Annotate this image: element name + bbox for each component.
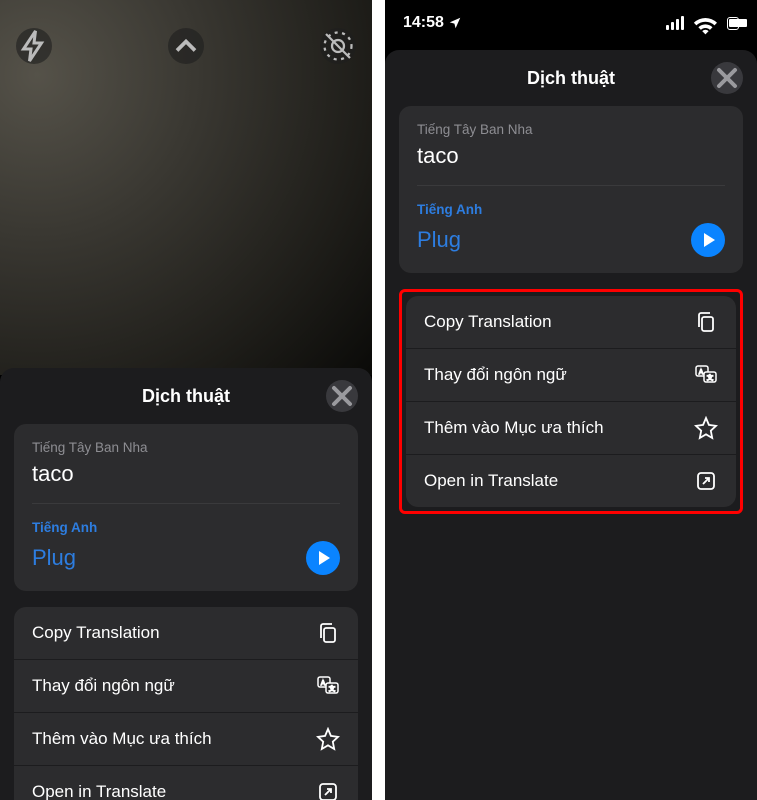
add-favorite-row[interactable]: Thêm vào Mục ưa thích <box>406 402 736 455</box>
chevron-up-icon[interactable] <box>168 28 204 64</box>
svg-text:A: A <box>699 370 703 376</box>
source-word: taco <box>32 461 340 487</box>
change-language-row[interactable]: Thay đổi ngôn ngữ A文 <box>406 349 736 402</box>
close-button[interactable] <box>711 62 743 94</box>
status-bar: 14:58 <box>385 0 757 40</box>
action-list: Copy Translation Thay đổi ngôn ngữ A文 Th… <box>406 296 736 507</box>
copy-translation-row[interactable]: Copy Translation <box>406 296 736 349</box>
copy-translation-row[interactable]: Copy Translation <box>14 607 358 660</box>
target-word: Plug <box>417 227 461 253</box>
copy-label: Copy Translation <box>424 312 552 332</box>
sheet-title: Dịch thuật <box>142 386 230 407</box>
copy-icon <box>316 621 340 645</box>
open-label: Open in Translate <box>424 471 558 491</box>
open-label: Open in Translate <box>32 782 166 800</box>
status-time: 14:58 <box>403 14 444 32</box>
signal-icon <box>666 16 684 30</box>
target-lang-label: Tiếng Anh <box>417 202 725 217</box>
star-icon <box>694 416 718 440</box>
open-external-icon <box>316 780 340 800</box>
wifi-icon <box>690 11 721 35</box>
change-label: Thay đổi ngôn ngữ <box>424 365 567 385</box>
sheet-title: Dịch thuật <box>527 68 615 89</box>
close-button[interactable] <box>326 380 358 412</box>
svg-text:文: 文 <box>707 374 713 382</box>
fav-label: Thêm vào Mục ưa thích <box>424 418 604 438</box>
live-photo-off-icon[interactable] <box>320 28 356 64</box>
target-word: Plug <box>32 545 76 571</box>
highlight-annotation: Copy Translation Thay đổi ngôn ngữ A文 Th… <box>399 289 743 514</box>
translation-card: Tiếng Tây Ban Nha taco Tiếng Anh Plug <box>14 424 358 591</box>
action-list: Copy Translation Thay đổi ngôn ngữ A文 Th… <box>14 607 358 800</box>
open-external-icon <box>694 469 718 493</box>
translate-sheet: Dịch thuật Tiếng Tây Ban Nha taco Tiếng … <box>385 50 757 800</box>
copy-icon <box>694 310 718 334</box>
translate-sheet: Dịch thuật Tiếng Tây Ban Nha taco Tiếng … <box>0 368 372 800</box>
source-word: taco <box>417 143 725 169</box>
phone-left: Dịch thuật Tiếng Tây Ban Nha taco Tiếng … <box>0 0 372 800</box>
copy-label: Copy Translation <box>32 623 160 643</box>
camera-viewfinder <box>0 0 372 375</box>
change-label: Thay đổi ngôn ngữ <box>32 676 175 696</box>
open-translate-row[interactable]: Open in Translate <box>406 455 736 507</box>
change-language-row[interactable]: Thay đổi ngôn ngữ A文 <box>14 660 358 713</box>
svg-text:文: 文 <box>329 685 335 693</box>
star-icon <box>316 727 340 751</box>
source-lang-label: Tiếng Tây Ban Nha <box>32 440 340 455</box>
phone-right: 14:58 Dịch thuật Tiếng Tây Ban Nha taco … <box>385 0 757 800</box>
flash-icon[interactable] <box>16 28 52 64</box>
divider <box>32 503 340 504</box>
svg-text:A: A <box>321 681 325 687</box>
play-button[interactable] <box>691 223 725 257</box>
translate-bubble-icon: A文 <box>694 363 718 387</box>
target-lang-label: Tiếng Anh <box>32 520 340 535</box>
source-lang-label: Tiếng Tây Ban Nha <box>417 122 725 137</box>
translation-card: Tiếng Tây Ban Nha taco Tiếng Anh Plug <box>399 106 743 273</box>
translate-bubble-icon: A文 <box>316 674 340 698</box>
play-button[interactable] <box>306 541 340 575</box>
play-icon <box>319 551 330 565</box>
fav-label: Thêm vào Mục ưa thích <box>32 729 212 749</box>
add-favorite-row[interactable]: Thêm vào Mục ưa thích <box>14 713 358 766</box>
location-icon <box>448 16 462 30</box>
play-icon <box>704 233 715 247</box>
divider <box>417 185 725 186</box>
open-translate-row[interactable]: Open in Translate <box>14 766 358 800</box>
battery-icon <box>727 17 739 30</box>
